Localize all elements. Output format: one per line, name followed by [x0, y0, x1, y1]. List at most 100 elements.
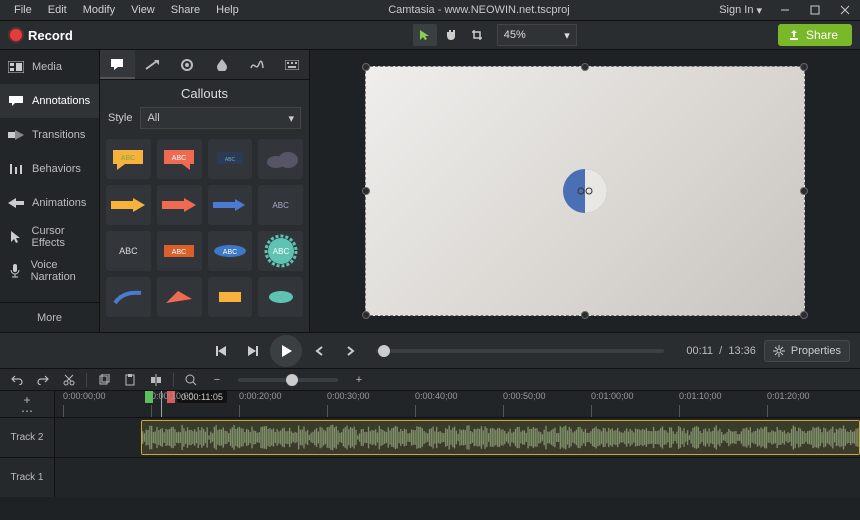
drop-icon: [217, 59, 227, 71]
callout-burst-teal[interactable]: ABC: [258, 231, 303, 271]
track-label-1[interactable]: Track 1: [0, 458, 55, 497]
timeline-zoom-thumb[interactable]: [286, 374, 298, 386]
callout-pill-blue[interactable]: ABC: [208, 231, 253, 271]
share-button[interactable]: Share: [778, 24, 852, 46]
prev-clip-button[interactable]: [308, 339, 332, 363]
callout-text-plain[interactable]: ABC: [106, 231, 151, 271]
menu-edit[interactable]: Edit: [40, 4, 75, 16]
track-body-1[interactable]: [55, 458, 860, 497]
asset-grid: ABC ABC ABC ABC ABC ABC ABC ABC: [100, 135, 309, 332]
sidebar-item-animations[interactable]: Animations: [0, 186, 99, 220]
record-button[interactable]: Record: [0, 21, 83, 49]
add-track-button[interactable]: +: [23, 393, 30, 404]
asset-tab-shapes[interactable]: [170, 50, 205, 79]
undo-button[interactable]: [8, 371, 26, 389]
canvas-area: [310, 50, 860, 332]
menu-view[interactable]: View: [123, 4, 163, 16]
sketch-icon: [250, 60, 264, 70]
callout-shape-c[interactable]: [208, 277, 253, 317]
resize-handle-tr[interactable]: [800, 63, 808, 71]
style-select[interactable]: All▾: [140, 107, 301, 129]
callout-shape-d[interactable]: [258, 277, 303, 317]
canvas-frame[interactable]: [365, 66, 805, 316]
sidebar-item-behaviors[interactable]: Behaviors: [0, 152, 99, 186]
asset-tab-sketch[interactable]: [239, 50, 274, 79]
timeline-zoom-in-button[interactable]: +: [350, 371, 368, 389]
callout-label-dark[interactable]: ABC: [258, 185, 303, 225]
resize-handle-mr[interactable]: [800, 187, 808, 195]
menu-help[interactable]: Help: [208, 4, 247, 16]
window-maximize-button[interactable]: [800, 0, 830, 20]
callout-speech-yellow[interactable]: ABC: [106, 139, 151, 179]
callout-cloud[interactable]: [258, 139, 303, 179]
timeline-zoom-slider[interactable]: [238, 378, 338, 382]
cut-button[interactable]: [60, 371, 78, 389]
chevron-down-icon: ▾: [564, 29, 570, 42]
asset-tab-blur[interactable]: [204, 50, 239, 79]
waveform: [142, 421, 859, 454]
pan-tool[interactable]: [439, 24, 463, 46]
callout-arrow-yellow[interactable]: [106, 185, 151, 225]
resize-handle-ml[interactable]: [362, 187, 370, 195]
menu-file[interactable]: File: [6, 4, 40, 16]
track-body-2[interactable]: [55, 418, 860, 457]
callout-speech-dark[interactable]: ABC: [208, 139, 253, 179]
preview-content: [560, 166, 610, 216]
sidebar-item-transitions[interactable]: Transitions: [0, 118, 99, 152]
paste-button[interactable]: [121, 371, 139, 389]
clip-track2[interactable]: [141, 420, 860, 455]
window-minimize-button[interactable]: [770, 0, 800, 20]
timeline-zoom-fit-button[interactable]: [182, 371, 200, 389]
timeline-zoom-out-button[interactable]: −: [208, 371, 226, 389]
sidebar-more-button[interactable]: More: [0, 302, 99, 332]
asset-tab-callouts[interactable]: [100, 50, 135, 79]
ruler-tick: 0:00:10;00: [151, 391, 194, 401]
svg-text:ABC: ABC: [272, 247, 289, 256]
callout-arrow-orange[interactable]: [157, 185, 202, 225]
record-icon: [10, 29, 22, 41]
play-button[interactable]: [270, 335, 302, 367]
crop-tool[interactable]: [465, 24, 489, 46]
copy-button[interactable]: [95, 371, 113, 389]
ruler-tick: 0:00:00;00: [63, 391, 106, 401]
track-label-2[interactable]: Track 2: [0, 418, 55, 457]
resize-handle-bm[interactable]: [581, 311, 589, 319]
circle-icon: [181, 59, 193, 71]
callout-speech-orange[interactable]: ABC: [157, 139, 202, 179]
sidebar-item-voice-narration[interactable]: Voice Narration: [0, 254, 99, 288]
resize-handle-br[interactable]: [800, 311, 808, 319]
callout-shape-a[interactable]: [106, 277, 151, 317]
callout-text-orange[interactable]: ABC: [157, 231, 202, 271]
menu-modify[interactable]: Modify: [75, 4, 123, 16]
menu-share[interactable]: Share: [163, 4, 208, 16]
sidebar-item-media[interactable]: Media: [0, 50, 99, 84]
resize-handle-tl[interactable]: [362, 63, 370, 71]
select-tool[interactable]: [413, 24, 437, 46]
sidebar-item-annotations[interactable]: Annotations: [0, 84, 99, 118]
ruler-tick: 0:00:20;00: [239, 391, 282, 401]
next-clip-button[interactable]: [338, 339, 362, 363]
sidebar-item-cursor-effects[interactable]: Cursor Effects: [0, 220, 99, 254]
redo-button[interactable]: [34, 371, 52, 389]
callout-icon: [8, 94, 24, 108]
callout-shape-b[interactable]: [157, 277, 202, 317]
window-close-button[interactable]: [830, 0, 860, 20]
callout-arrow-blue[interactable]: [208, 185, 253, 225]
prev-frame-button[interactable]: [210, 339, 234, 363]
split-button[interactable]: [147, 371, 165, 389]
keyboard-icon: [285, 60, 299, 70]
resize-handle-tm[interactable]: [581, 63, 589, 71]
asset-tab-keystroke[interactable]: [274, 50, 309, 79]
track-options-button[interactable]: ⋯: [21, 404, 33, 415]
asset-tab-arrows[interactable]: [135, 50, 170, 79]
properties-button[interactable]: Properties: [764, 340, 850, 362]
signin-button[interactable]: Sign In ▾: [711, 4, 770, 17]
behaviors-icon: [8, 162, 24, 176]
seek-slider[interactable]: [376, 349, 664, 353]
timeline-ruler[interactable]: 0:00:11:05 0:00:00;000:00:10;000:00:20;0…: [55, 391, 860, 417]
next-frame-button[interactable]: [240, 339, 264, 363]
seek-thumb[interactable]: [378, 345, 390, 357]
zoom-select[interactable]: 45% ▾: [497, 24, 577, 46]
upload-icon: [788, 29, 800, 41]
resize-handle-bl[interactable]: [362, 311, 370, 319]
